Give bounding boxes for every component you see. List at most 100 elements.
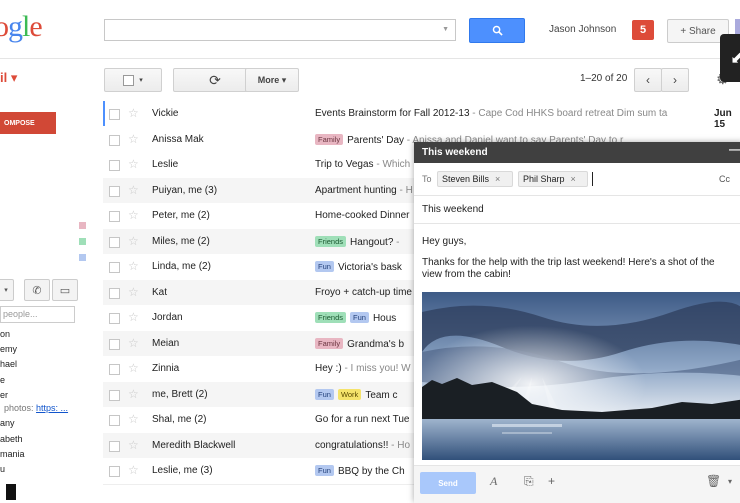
label-badge[interactable]: Fun (350, 312, 369, 323)
contact-item[interactable]: on (0, 329, 10, 339)
compose-button[interactable]: OMPOSE (0, 112, 56, 134)
star-icon[interactable]: ☆ (128, 438, 139, 452)
row-checkbox[interactable] (109, 313, 120, 324)
recipient-chip[interactable]: Steven Bills × (437, 171, 513, 187)
star-icon[interactable]: ☆ (128, 310, 139, 324)
search-options-icon[interactable]: ▼ (442, 26, 449, 33)
message-body[interactable]: Hey guys, Thanks for the help with the t… (422, 236, 732, 281)
remove-recipient-icon[interactable]: × (495, 174, 500, 184)
formatting-icon[interactable]: A (490, 474, 497, 489)
row-checkbox[interactable] (109, 287, 120, 299)
label-color-family[interactable] (79, 222, 86, 229)
contact-status: photos: https: ... (4, 403, 68, 413)
star-icon[interactable]: ☆ (128, 336, 139, 350)
chat-status-square[interactable] (6, 484, 16, 500)
send-button[interactable]: Send (420, 472, 476, 494)
recipient-name: Steven Bills (442, 174, 490, 184)
star-icon[interactable]: ☆ (128, 412, 139, 426)
trash-icon[interactable]: 🗑 (706, 474, 721, 488)
google-logo[interactable]: ogle (0, 10, 43, 44)
label-badge[interactable]: Fun (315, 465, 334, 476)
row-checkbox[interactable] (109, 466, 120, 477)
search-input[interactable]: ▼ (104, 19, 456, 41)
contact-item[interactable]: e (0, 375, 5, 385)
contact-item[interactable]: u (0, 464, 5, 474)
contact-status-link[interactable]: https: ... (36, 403, 68, 413)
label-color-friends[interactable] (79, 238, 86, 245)
people-search-input[interactable]: people... (0, 306, 75, 323)
insert-more-icon[interactable]: + (548, 474, 555, 488)
star-icon[interactable]: ☆ (128, 183, 139, 197)
more-button[interactable]: More ▾ (245, 68, 299, 92)
star-icon[interactable]: ☆ (128, 285, 139, 299)
row-checkbox[interactable] (109, 338, 120, 350)
chevron-down-icon[interactable]: ▾ (728, 477, 732, 486)
contact-item[interactable]: mania (0, 449, 25, 459)
attach-file-icon[interactable]: ⎘ (524, 474, 534, 489)
row-checkbox[interactable] (109, 160, 120, 171)
email-subject: Apartment hunting (315, 184, 397, 196)
compose-header[interactable]: This weekend — (414, 142, 740, 163)
label-badge[interactable]: Work (337, 388, 362, 400)
star-icon[interactable]: ☆ (128, 234, 139, 248)
recipient-chip[interactable]: Phil Sharp × (518, 171, 588, 187)
star-icon[interactable]: ☆ (128, 106, 139, 120)
star-icon[interactable]: ☆ (128, 157, 139, 171)
row-checkbox[interactable] (109, 389, 120, 401)
row-checkbox[interactable] (109, 236, 120, 248)
next-page-button[interactable]: › (661, 68, 689, 92)
notification-badge[interactable]: 5 (632, 20, 654, 40)
email-subject: Events Brainstorm for Fall 2012-13 (315, 108, 470, 119)
row-checkbox[interactable] (109, 262, 120, 273)
subject-field[interactable]: This weekend (414, 195, 740, 224)
chat-button[interactable]: ▭ (52, 279, 78, 301)
checkbox-icon (123, 74, 135, 86)
cc-link[interactable]: Cc (719, 174, 730, 184)
mail-dropdown[interactable]: il ▾ (0, 70, 17, 86)
star-icon[interactable]: ☆ (128, 132, 139, 146)
label-badge[interactable]: Friends (315, 312, 347, 323)
email-sender: Meredith Blackwell (152, 439, 236, 451)
star-icon[interactable]: ☆ (128, 361, 139, 375)
inline-photo[interactable] (422, 292, 740, 460)
to-field[interactable]: To Steven Bills × Phil Sharp × Cc (414, 163, 740, 196)
logo-letter: e (29, 10, 42, 43)
search-button[interactable] (469, 18, 525, 43)
row-checkbox[interactable] (109, 415, 120, 426)
email-sender: Kat (152, 286, 168, 298)
star-icon[interactable]: ☆ (128, 387, 139, 401)
minimize-icon[interactable]: — (729, 144, 740, 156)
email-snippet: - Ho (388, 439, 411, 451)
search-icon (492, 25, 503, 36)
subject-value: This weekend (422, 204, 484, 215)
label-badge[interactable]: Fun (315, 388, 334, 400)
contact-item[interactable]: any (0, 418, 15, 428)
status-dropdown[interactable]: ▾ (0, 279, 14, 301)
popout-button[interactable]: ⬋ (720, 34, 740, 82)
contact-item[interactable]: er (0, 390, 8, 400)
star-icon[interactable]: ☆ (128, 259, 139, 273)
phone-button[interactable]: ✆ (24, 279, 50, 301)
label-badge[interactable]: Family (315, 337, 344, 349)
table-row[interactable]: ☆ Vickie Events Brainstorm for Fall 2012-1… (103, 101, 740, 130)
row-checkbox[interactable] (109, 440, 120, 452)
label-badge[interactable]: Family (315, 133, 344, 145)
label-color-fun[interactable] (79, 254, 86, 261)
user-name[interactable]: Jason Johnson (549, 24, 616, 35)
label-badge[interactable]: Friends (315, 235, 347, 247)
label-badge[interactable]: Fun (315, 261, 334, 272)
contact-item[interactable]: emy (0, 344, 17, 354)
row-checkbox[interactable] (109, 211, 120, 222)
prev-page-button[interactable]: ‹ (634, 68, 662, 92)
contact-item[interactable]: hael (0, 359, 17, 369)
remove-recipient-icon[interactable]: × (571, 174, 576, 184)
row-checkbox[interactable] (109, 134, 120, 146)
row-checkbox[interactable] (109, 109, 120, 120)
row-checkbox[interactable] (109, 185, 120, 197)
select-all-button[interactable]: ▾ (104, 68, 162, 92)
email-subject: Team c (365, 389, 398, 401)
contact-item[interactable]: abeth (0, 434, 23, 444)
star-icon[interactable]: ☆ (128, 208, 139, 222)
row-checkbox[interactable] (109, 364, 120, 375)
star-icon[interactable]: ☆ (128, 463, 139, 477)
